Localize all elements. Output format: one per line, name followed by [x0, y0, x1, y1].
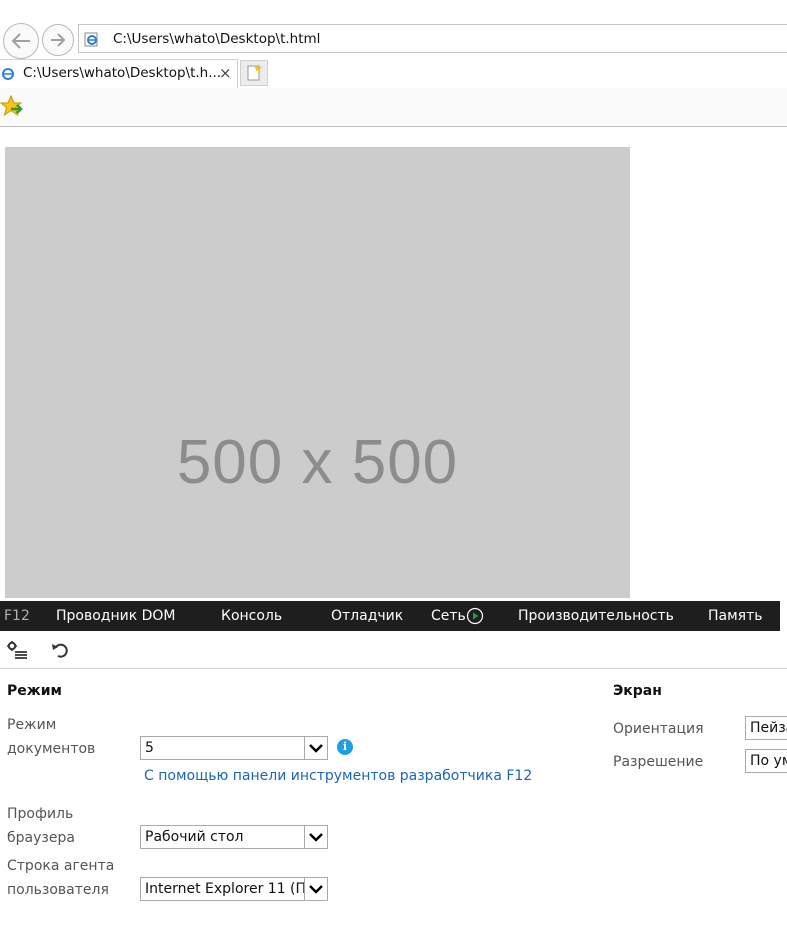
profile-label-line2: браузера — [7, 830, 75, 846]
tab-dom-explorer[interactable]: Проводник DOM — [56, 608, 176, 624]
user-agent-value: Internet Explorer 11 (По умолчанию) — [145, 881, 305, 897]
orientation-select[interactable]: Пейзаж — [745, 716, 787, 740]
browser-profile-value: Рабочий стол — [145, 829, 244, 845]
browser-profile-select[interactable]: Рабочий стол — [140, 825, 328, 849]
favorites-bar — [0, 88, 787, 127]
ua-label-line2: пользователя — [7, 882, 109, 898]
doc-mode-value: 5 — [145, 740, 154, 756]
tab-debugger[interactable]: Отладчик — [331, 608, 403, 624]
doc-mode-select[interactable]: 5 — [140, 736, 328, 760]
back-arrow-icon — [11, 33, 30, 49]
f12-label: F12 — [4, 608, 30, 624]
address-text[interactable]: C:\Users\whato\Desktop\t.html — [113, 31, 320, 47]
forward-button[interactable] — [42, 24, 74, 56]
tab-performance[interactable]: Производительность — [518, 608, 674, 624]
forward-arrow-icon — [51, 33, 66, 47]
chevron-down-icon[interactable] — [304, 878, 327, 900]
doc-mode-label-line1: Режим — [7, 717, 57, 733]
placeholder-image: 500 x 500 — [5, 147, 630, 598]
reset-icon[interactable] — [50, 641, 70, 663]
mode-section-title: Режим — [7, 683, 62, 699]
settings-list-icon[interactable] — [6, 640, 28, 664]
tab-network[interactable]: Сеть — [431, 608, 466, 624]
chevron-down-icon[interactable] — [304, 826, 327, 848]
devtools-toolbar — [0, 631, 787, 669]
ua-label-line1: Строка агента — [7, 858, 115, 874]
tab-title: C:\Users\whato\Desktop\t.h... — [23, 65, 222, 81]
info-icon[interactable]: i — [337, 739, 353, 755]
chevron-down-icon[interactable] — [304, 737, 327, 759]
orientation-value: Пейзаж — [750, 720, 787, 736]
orientation-label: Ориентация — [613, 721, 704, 737]
placeholder-text: 500 x 500 — [176, 428, 459, 497]
network-play-icon[interactable] — [466, 607, 484, 629]
screen-section-title: Экран — [613, 683, 662, 699]
ie-tab-icon — [1, 66, 15, 85]
favorites-star-icon[interactable] — [0, 94, 24, 123]
new-tab-icon — [247, 64, 262, 81]
resolution-select[interactable]: По умолчанию — [745, 749, 787, 773]
tab-close-icon[interactable]: × — [219, 64, 232, 82]
tab-console[interactable]: Консоль — [221, 608, 282, 624]
tab-memory[interactable]: Память — [708, 608, 763, 624]
resolution-label: Разрешение — [613, 754, 704, 770]
doc-mode-label-line2: документов — [7, 741, 96, 757]
resolution-value: По умолчанию — [750, 753, 787, 769]
user-agent-select[interactable]: Internet Explorer 11 (По умолчанию) — [140, 877, 328, 901]
devtools-mode-link[interactable]: С помощью панели инструментов разработчи… — [144, 768, 532, 784]
back-button[interactable] — [3, 23, 39, 59]
profile-label-line1: Профиль — [7, 806, 74, 822]
new-tab-button[interactable] — [240, 60, 268, 86]
ie-page-icon — [84, 31, 100, 51]
